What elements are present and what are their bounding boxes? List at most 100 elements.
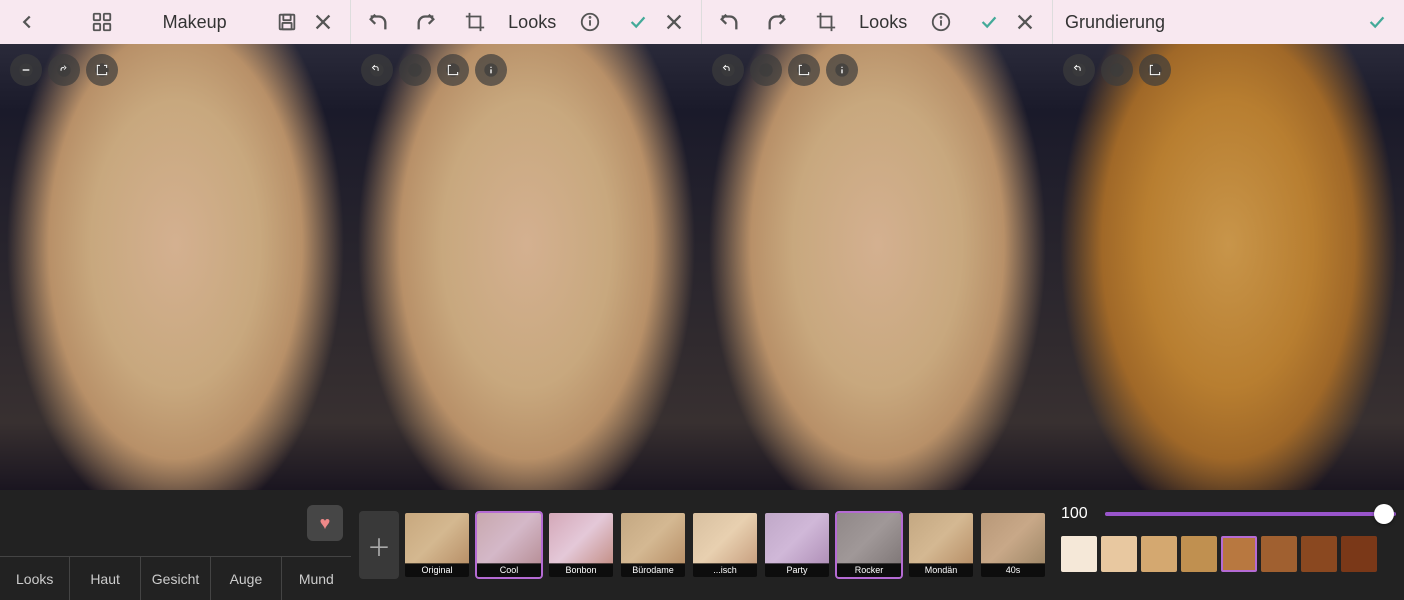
panel3-redo-btn[interactable] [750, 54, 782, 86]
panel3-crop-btn[interactable] [788, 54, 820, 86]
section3-title: Looks [859, 12, 907, 33]
foundation-slider-row: 100 [1061, 496, 1396, 532]
panel4-redo-btn[interactable] [1101, 54, 1133, 86]
color-swatch-s3[interactable] [1141, 536, 1177, 572]
look-label-original: Original [405, 563, 469, 577]
look-label-cool: Cool [477, 563, 541, 577]
slider-thumb[interactable] [1374, 504, 1394, 524]
color-swatch-s6[interactable] [1261, 536, 1297, 572]
look-face-cool [477, 513, 541, 564]
color-swatch-s8[interactable] [1341, 536, 1377, 572]
color-swatches [1061, 536, 1396, 576]
panel3-controls [712, 54, 858, 86]
look-label-party: Party [765, 563, 829, 577]
bottom-toolbar: ♥ Looks Haut Gesicht Auge Mund ＋ Origina… [0, 490, 1404, 600]
heart-button[interactable]: ♥ [307, 505, 343, 541]
save-button[interactable] [272, 7, 302, 37]
add-look-button[interactable]: ＋ [359, 511, 399, 579]
undo-button-2[interactable] [363, 7, 393, 37]
look-label-bonbon: Bonbon [549, 563, 613, 577]
look-item-original[interactable]: Original [403, 511, 471, 579]
face-image-1 [0, 44, 351, 490]
panel1-crop-btn[interactable] [86, 54, 118, 86]
check-button-4[interactable] [1362, 7, 1392, 37]
crop-icon-3[interactable] [811, 7, 841, 37]
topbar-section-1: Makeup [0, 0, 351, 44]
top-bar: Makeup Looks [0, 0, 1404, 44]
main-content [0, 44, 1404, 490]
tab-bar: Looks Haut Gesicht Auge Mund [0, 556, 351, 600]
tab-haut[interactable]: Haut [70, 557, 140, 600]
look-face-mondan [909, 513, 973, 564]
look-item-mondan[interactable]: Mondän [907, 511, 975, 579]
color-swatch-s1[interactable] [1061, 536, 1097, 572]
panel3-undo-btn[interactable] [712, 54, 744, 86]
image-panel-2 [351, 44, 702, 490]
close-button-2[interactable] [659, 7, 689, 37]
panel2-controls [361, 54, 507, 86]
look-face-isch [693, 513, 757, 564]
tab-gesicht[interactable]: Gesicht [141, 557, 211, 600]
info-button-2[interactable] [575, 7, 605, 37]
slider-value: 100 [1061, 505, 1097, 523]
face-image-2 [351, 44, 702, 490]
color-swatch-s5[interactable] [1221, 536, 1257, 572]
look-item-rocker[interactable]: Rocker [835, 511, 903, 579]
panel2-redo-btn[interactable] [399, 54, 431, 86]
looks-heart-area: ♥ [0, 490, 351, 556]
grid-icon[interactable] [87, 7, 117, 37]
panel1-redo-btn[interactable] [48, 54, 80, 86]
section2-actions [623, 7, 689, 37]
look-label-isch: ...isch [693, 563, 757, 577]
image-panel-4 [1053, 44, 1404, 490]
look-label-rocker: Rocker [837, 563, 901, 577]
panel2-undo-btn[interactable] [361, 54, 393, 86]
info-button-3[interactable] [926, 7, 956, 37]
look-item-pup[interactable]: Püp... [1051, 511, 1053, 579]
panel1-minus-btn[interactable] [10, 54, 42, 86]
close-button-3[interactable] [1010, 7, 1040, 37]
topbar-section-4: Grundierung [1053, 0, 1404, 44]
undo-button-3[interactable] [714, 7, 744, 37]
panel1-controls [10, 54, 118, 86]
bottom-left-panel: ♥ Looks Haut Gesicht Auge Mund [0, 490, 351, 600]
section2-title: Looks [508, 12, 556, 33]
look-item-party[interactable]: Party [763, 511, 831, 579]
slider-fill [1105, 512, 1396, 516]
crop-icon-2[interactable] [460, 7, 490, 37]
tab-looks[interactable]: Looks [0, 557, 70, 600]
look-face-rocker [837, 513, 901, 564]
look-face-party [765, 513, 829, 564]
bottom-middle-panel: ＋ Original Cool Bonbon Bürodame ...isch Party… [351, 490, 1053, 600]
tab-auge[interactable]: Auge [211, 557, 281, 600]
panel2-crop-btn[interactable] [437, 54, 469, 86]
bottom-right-panel: 100 [1053, 490, 1404, 600]
look-item-bonbon[interactable]: Bonbon [547, 511, 615, 579]
look-item-40s[interactable]: 40s [979, 511, 1047, 579]
look-label-burodame: Bürodame [621, 563, 685, 577]
redo-button-2[interactable] [411, 7, 441, 37]
slider-track[interactable] [1105, 512, 1396, 516]
panel2-info-btn[interactable] [475, 54, 507, 86]
color-swatch-s4[interactable] [1181, 536, 1217, 572]
redo-button-3[interactable] [762, 7, 792, 37]
look-face-40s [981, 513, 1045, 564]
panel3-info-btn[interactable] [826, 54, 858, 86]
tab-mund[interactable]: Mund [282, 557, 351, 600]
check-button-2[interactable] [623, 7, 653, 37]
look-item-burodame[interactable]: Bürodame [619, 511, 687, 579]
look-item-cool[interactable]: Cool [475, 511, 543, 579]
back-button[interactable] [12, 7, 42, 37]
face-image-4 [1053, 44, 1404, 490]
look-face-burodame [621, 513, 685, 564]
section1-title: Makeup [163, 12, 227, 33]
close-button-1[interactable] [308, 7, 338, 37]
look-label-40s: 40s [981, 563, 1045, 577]
color-swatch-s7[interactable] [1301, 536, 1337, 572]
look-item-isch[interactable]: ...isch [691, 511, 759, 579]
color-swatch-s2[interactable] [1101, 536, 1137, 572]
check-button-3[interactable] [974, 7, 1004, 37]
image-panel-1 [0, 44, 351, 490]
panel4-undo-btn[interactable] [1063, 54, 1095, 86]
panel4-crop-btn[interactable] [1139, 54, 1171, 86]
